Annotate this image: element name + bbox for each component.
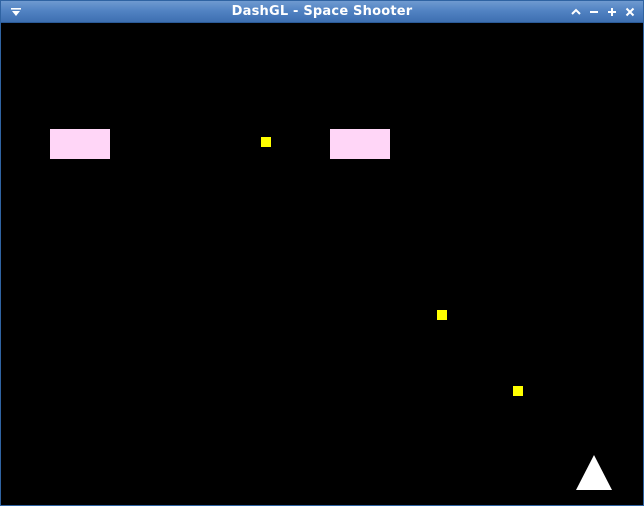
window-close-icon [625,7,634,17]
window-shade-icon [570,8,581,15]
game-canvas[interactable] [2,24,642,504]
window-title: DashGL - Space Shooter [231,4,413,19]
window-shade-button[interactable] [568,5,583,19]
application-window: DashGL - Space Shooter [0,0,644,506]
window-minimize-button[interactable] [586,5,601,19]
enemy-ship [330,129,390,159]
enemy-ship [50,129,110,159]
enemy-bullet [513,386,523,396]
window-minimize-icon [589,11,598,13]
player-ship-icon [576,455,612,490]
enemy-bullet [437,310,447,320]
window-maximize-icon [607,8,616,16]
window-maximize-button[interactable] [604,5,619,19]
window-titlebar[interactable]: DashGL - Space Shooter [1,1,643,23]
window-close-button[interactable] [622,5,637,19]
window-controls [568,5,637,19]
enemy-bullet [261,137,271,147]
